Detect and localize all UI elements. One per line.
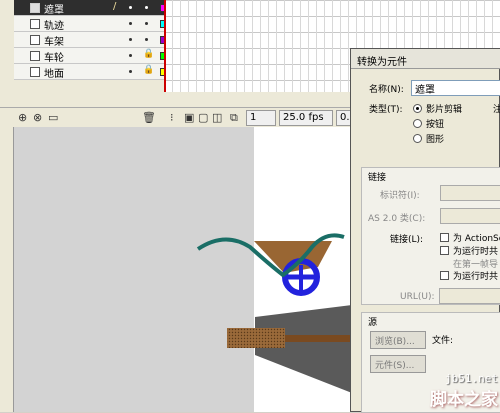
watermark-url: jb51.net bbox=[445, 372, 498, 385]
type-option-label: 按钮 bbox=[426, 120, 445, 130]
trash-icon[interactable]: 🗑 bbox=[142, 111, 156, 124]
as-class-label: AS 2.0 类(C): bbox=[368, 214, 426, 224]
layer-name: 地面 bbox=[44, 69, 64, 80]
visibility-dot-icon[interactable] bbox=[129, 6, 132, 9]
url-input[interactable] bbox=[439, 288, 500, 304]
linkage-option-label: 为 ActionScr bbox=[453, 234, 500, 244]
lock-dot-icon[interactable] bbox=[145, 6, 148, 9]
visibility-dot-icon[interactable] bbox=[129, 38, 132, 41]
linkage-group: 链接 标识符(I): AS 2.0 类(C): 链接(L): 为 ActionS… bbox=[361, 167, 500, 305]
export-actionscript-checkbox[interactable] bbox=[440, 233, 449, 242]
linkage-label: 链接(L): bbox=[390, 235, 424, 245]
type-option-label: 图形 bbox=[426, 135, 445, 145]
lock-dot-icon[interactable] bbox=[145, 38, 148, 41]
onion-markers-icon[interactable]: ⧉ bbox=[230, 111, 238, 125]
current-frame-field: 1 bbox=[246, 110, 276, 126]
linkage-header: 链接 bbox=[368, 173, 387, 183]
lock-icon[interactable]: 🔒 bbox=[143, 49, 154, 59]
layer-row[interactable]: 车架 bbox=[14, 32, 168, 48]
onion-outline-icon[interactable]: ▢ bbox=[198, 111, 208, 124]
layer-row[interactable]: 地面 🔒 bbox=[14, 64, 168, 80]
site-watermark: jb51.net 脚本之家 bbox=[430, 372, 498, 410]
onion-skin-icon[interactable]: ▣ bbox=[184, 111, 194, 124]
as-class-input[interactable] bbox=[440, 208, 500, 224]
linkage-option-label: 为运行时共 bbox=[453, 272, 499, 282]
note-label: 注 bbox=[493, 105, 500, 115]
type-radio-movieclip[interactable] bbox=[413, 104, 422, 113]
type-label: 类型(T): bbox=[369, 105, 403, 115]
symbol-button[interactable]: 元件(S)... bbox=[370, 355, 426, 373]
edit-multiple-frames-icon[interactable]: ◫ bbox=[212, 111, 222, 124]
lock-icon[interactable]: 🔒 bbox=[143, 65, 154, 75]
add-guide-layer-icon[interactable]: ⊗ bbox=[33, 111, 42, 124]
ground-shape bbox=[255, 305, 352, 393]
layer-row[interactable]: 车轮 🔒 bbox=[14, 48, 168, 64]
layer-name: 轨迹 bbox=[44, 21, 64, 32]
layer-icon bbox=[30, 51, 40, 61]
add-layer-icon[interactable]: ⊕ bbox=[18, 111, 27, 124]
export-runtime-sharing-checkbox[interactable] bbox=[440, 246, 449, 255]
symbol-name-input[interactable] bbox=[411, 80, 500, 96]
identifier-input[interactable] bbox=[440, 185, 500, 201]
type-option-label: 影片剪辑 bbox=[426, 105, 463, 115]
linkage-option-label: 为运行时共 bbox=[453, 247, 499, 257]
add-folder-icon[interactable]: ▭ bbox=[48, 111, 58, 124]
center-frame-icon[interactable]: ⁝ bbox=[170, 111, 174, 124]
layer-icon bbox=[30, 3, 40, 13]
layer-row[interactable]: 遮罩 / bbox=[14, 0, 168, 16]
frame-rate-field[interactable]: 25.0 fps bbox=[279, 110, 333, 126]
watermark-brand: 脚本之家 bbox=[430, 390, 498, 410]
type-radio-button[interactable] bbox=[413, 119, 422, 128]
playhead[interactable] bbox=[164, 0, 166, 92]
import-runtime-sharing-checkbox[interactable] bbox=[440, 271, 449, 280]
visibility-dot-icon[interactable] bbox=[129, 70, 132, 73]
browse-button[interactable]: 浏览(B)... bbox=[370, 331, 426, 349]
file-label: 文件: bbox=[432, 336, 454, 346]
name-label: 名称(N): bbox=[369, 85, 404, 95]
board-shape bbox=[285, 335, 352, 342]
type-radio-graphic[interactable] bbox=[413, 134, 422, 143]
layer-name: 车架 bbox=[44, 37, 64, 48]
layer-row[interactable]: 轨迹 bbox=[14, 16, 168, 32]
identifier-label: 标识符(I): bbox=[380, 191, 420, 201]
layer-list: 遮罩 / 轨迹 车架 车轮 🔒 地面 🔒 bbox=[14, 0, 168, 92]
url-label: URL(U): bbox=[400, 292, 435, 302]
visibility-dot-icon[interactable] bbox=[129, 22, 132, 25]
pencil-icon: / bbox=[113, 1, 117, 12]
layer-icon bbox=[30, 35, 40, 45]
source-header: 源 bbox=[368, 318, 378, 328]
layer-name: 遮罩 bbox=[44, 5, 64, 16]
lock-dot-icon[interactable] bbox=[145, 22, 148, 25]
layer-name: 车轮 bbox=[44, 53, 64, 64]
board-end bbox=[227, 328, 285, 348]
layer-icon bbox=[30, 19, 40, 29]
dialog-title[interactable]: 转换为元件 bbox=[351, 49, 500, 69]
convert-to-symbol-dialog: 转换为元件 名称(N): 类型(T): 影片剪辑 注 按钮 图形 链接 标识符(… bbox=[350, 48, 500, 413]
layer-icon bbox=[30, 67, 40, 77]
visibility-dot-icon[interactable] bbox=[129, 54, 132, 57]
